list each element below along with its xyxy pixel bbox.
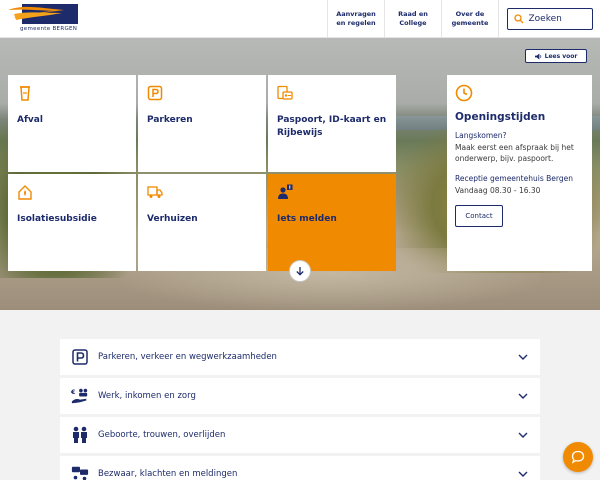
- visit-text: Maak eerst een afspraak bij het onderwer…: [455, 143, 574, 164]
- reception-title: Receptie gemeentehuis Bergen: [455, 173, 573, 183]
- income-care-icon: €: [71, 387, 89, 405]
- chevron-down-icon: [518, 354, 528, 360]
- topic-label: Geboorte, trouwen, overlijden: [98, 430, 226, 440]
- chat-bubble-icon: [571, 450, 585, 464]
- chevron-down-icon: [518, 471, 528, 477]
- tile-label: Afval: [17, 115, 43, 125]
- topic-label: Bezwaar, klachten en meldingen: [98, 469, 238, 479]
- tile-parkeren[interactable]: Parkeren: [138, 75, 266, 172]
- logo-text: gemeente BERGEN: [20, 26, 78, 32]
- search-input[interactable]: Zoeken: [506, 7, 593, 30]
- speaker-icon: [534, 52, 541, 60]
- topic-geboorte-trouwen[interactable]: Geboorte, trouwen, overlijden: [60, 417, 540, 453]
- report-person-icon: [278, 184, 293, 199]
- nav-raad-college[interactable]: Raad en College: [384, 0, 441, 38]
- visit-title: Langskomen?: [455, 131, 507, 140]
- clock-icon: [455, 84, 473, 102]
- tile-label: Iets melden: [277, 214, 337, 224]
- topic-bezwaar-klachten[interactable]: Bezwaar, klachten en meldingen: [60, 456, 540, 480]
- house-insulation-icon: [18, 185, 32, 200]
- chevron-down-icon: [518, 393, 528, 399]
- tile-paspoort[interactable]: Paspoort, ID-kaart en Rijbewijs: [268, 75, 396, 172]
- waste-bin-icon: [20, 86, 30, 101]
- chat-button[interactable]: [563, 442, 593, 472]
- svg-text:€: €: [71, 389, 75, 396]
- family-icon: [71, 426, 89, 444]
- topic-label: Werk, inkomen en zorg: [98, 391, 196, 401]
- search-area: Zoeken: [498, 0, 600, 37]
- site-header: gemeente BERGEN Aanvragen en regelen Raa…: [0, 0, 600, 38]
- moving-truck-icon: [147, 186, 163, 198]
- arrow-down-icon: [296, 267, 304, 276]
- read-aloud-button[interactable]: Lees voor: [525, 49, 587, 63]
- tile-label: Parkeren: [147, 115, 193, 125]
- reception-hours: Vandaag 08.30 - 16.30: [455, 185, 541, 195]
- read-aloud-label: Lees voor: [544, 52, 578, 60]
- tile-isolatiesubsidie[interactable]: Isolatiesubsidie: [8, 174, 136, 271]
- scroll-down-button[interactable]: [289, 260, 311, 282]
- nav-aanvragen[interactable]: Aanvragen en regelen: [327, 0, 384, 38]
- parking-icon: [71, 348, 89, 366]
- search-placeholder: Zoeken: [528, 13, 562, 24]
- tile-afval[interactable]: Afval: [8, 75, 136, 172]
- contact-button[interactable]: Contact: [455, 204, 503, 227]
- tile-iets-melden[interactable]: Iets melden: [268, 174, 396, 271]
- tile-label: Isolatiesubsidie: [17, 214, 97, 224]
- opening-hours-card: Openingstijden Langskomen? Maak eerst ee…: [447, 75, 592, 271]
- nav-over-gemeente[interactable]: Over de gemeente: [441, 0, 498, 38]
- topic-label: Parkeren, verkeer en wegwerkzaamheden: [98, 352, 277, 362]
- tile-verhuizen[interactable]: Verhuizen: [138, 174, 266, 271]
- topic-parkeren-verkeer[interactable]: Parkeren, verkeer en wegwerkzaamheden: [60, 339, 540, 375]
- complaint-icon: [71, 465, 89, 480]
- search-icon: [513, 13, 523, 23]
- tile-label: Verhuizen: [147, 214, 198, 224]
- gemeente-bergen-logo[interactable]: gemeente BERGEN: [6, 0, 96, 38]
- opening-hours-title: Openingstijden: [455, 111, 546, 123]
- id-card-icon: [277, 85, 293, 100]
- parking-icon: [147, 85, 163, 101]
- topic-werk-inkomen-zorg[interactable]: € Werk, inkomen en zorg: [60, 378, 540, 414]
- tile-label: Paspoort, ID-kaart en Rijbewijs: [277, 115, 387, 139]
- main-nav: Aanvragen en regelen Raad en College Ove…: [327, 0, 498, 38]
- chevron-down-icon: [518, 432, 528, 438]
